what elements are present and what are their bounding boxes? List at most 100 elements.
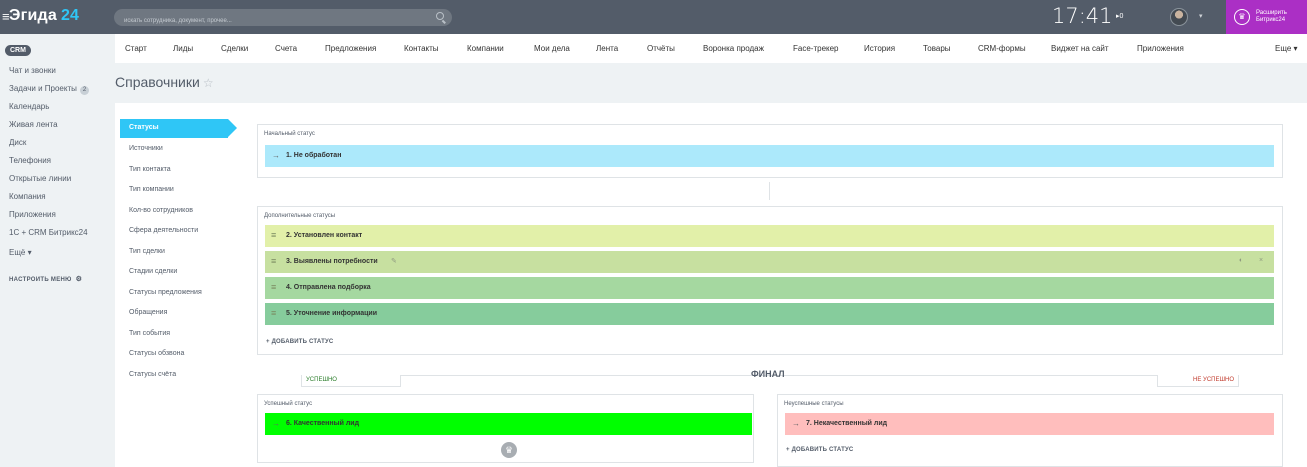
nav-my-activities[interactable]: Мои дела <box>534 44 570 53</box>
add-status-button[interactable]: + ДОБАВИТЬ СТАТУС <box>786 447 853 453</box>
sidebar-item-tasks[interactable]: Задачи и Проекты 2 <box>9 84 90 95</box>
sidebar-item-calendar[interactable]: Календарь <box>9 102 49 111</box>
sidebar-item-label: Календарь <box>9 102 50 111</box>
ref-item-industry[interactable]: Сфера деятельности <box>129 227 198 234</box>
nav-feed[interactable]: Лента <box>596 44 618 53</box>
divider <box>769 182 770 200</box>
upgrade-label: Расширить Битрикс24 <box>1256 10 1287 23</box>
ref-item-event-type[interactable]: Тип события <box>129 330 170 337</box>
ref-item-call-statuses[interactable]: Статусы обзвона <box>129 350 184 357</box>
sidebar-item-crm[interactable]: CRM <box>5 45 31 56</box>
status-label: 4. Отправлена подборка <box>286 284 371 291</box>
gear-icon: ⚙ <box>75 276 83 283</box>
brand-logo[interactable]: Эгида 24 <box>9 7 79 25</box>
nav-sales-funnel[interactable]: Воронка продаж <box>703 44 764 53</box>
box-title: Неуспешные статусы <box>784 401 844 407</box>
search-box[interactable] <box>114 9 452 30</box>
nav-start[interactable]: Старт <box>125 44 147 53</box>
nav-products[interactable]: Товары <box>923 44 951 53</box>
sidebar-item-chat[interactable]: Чат и звонки <box>9 66 56 75</box>
clock: 17:41 <box>1052 4 1113 28</box>
status-label: 3. Выявлены потребности <box>286 258 378 265</box>
status-label: 5. Уточнение информации <box>286 310 378 317</box>
sidebar-item-label: Ещё ▾ <box>9 248 32 257</box>
ref-item-deal-stages[interactable]: Стадии сделки <box>129 268 177 275</box>
page-title: Справочники ☆ <box>115 74 214 90</box>
drag-handle-icon[interactable]: ≡ <box>271 282 276 292</box>
sidebar-item-disk[interactable]: Диск <box>9 138 26 147</box>
nav-contacts[interactable]: Контакты <box>404 44 439 53</box>
nav-quotes[interactable]: Предложения <box>325 44 376 53</box>
avatar[interactable] <box>1170 8 1188 26</box>
fail-tab[interactable]: НЕ УСПЕШНО <box>1157 375 1239 387</box>
nav-site-widget[interactable]: Виджет на сайт <box>1051 44 1109 53</box>
success-tab[interactable]: УСПЕШНО <box>301 375 401 387</box>
ref-item-invoice-statuses[interactable]: Статусы счёта <box>129 371 176 378</box>
fail-statuses-box: Неуспешные статусы → 7. Некачественный л… <box>777 394 1283 467</box>
status-row[interactable]: ≡ 2. Установлен контакт <box>265 225 1274 247</box>
brand-name: Эгида <box>9 7 57 24</box>
drag-handle-icon[interactable]: ≡ <box>271 230 276 240</box>
palette-icon[interactable]: ◐ <box>1239 257 1243 264</box>
star-icon[interactable]: ☆ <box>203 76 214 90</box>
drag-handle-icon[interactable]: ≡ <box>271 256 276 266</box>
nav-history[interactable]: История <box>864 44 895 53</box>
nav-leads[interactable]: Лиды <box>173 44 193 53</box>
nav-crm-forms[interactable]: CRM-формы <box>978 44 1026 53</box>
left-sidebar: CRM Чат и звонки Задачи и Проекты 2 Кален… <box>0 34 98 467</box>
final-heading: ФИНАЛ <box>751 369 785 379</box>
ref-item-contact-type[interactable]: Тип контакта <box>129 166 171 173</box>
status-row[interactable]: → 6. Качественный лид <box>265 413 752 435</box>
search-icon[interactable] <box>436 12 444 20</box>
status-row[interactable]: → 1. Не обработан <box>265 145 1274 167</box>
sidebar-item-1c[interactable]: 1С + CRM Битрикс24 <box>9 228 88 237</box>
drag-handle-icon[interactable]: ≡ <box>271 308 276 318</box>
sidebar-item-apps[interactable]: Приложения <box>9 210 56 219</box>
nav-face-tracker[interactable]: Face-трекер <box>793 44 839 53</box>
status-row[interactable]: ≡ 4. Отправлена подборка <box>265 277 1274 299</box>
status-label: 6. Качественный лид <box>286 420 360 427</box>
status-label: 2. Установлен контакт <box>286 232 363 239</box>
ref-item-statuses[interactable]: Статусы <box>120 119 237 138</box>
pencil-icon[interactable]: ✎ <box>391 257 397 265</box>
sidebar-item-label: Телефония <box>9 156 51 165</box>
status-row[interactable]: ≡ 5. Уточнение информации <box>265 303 1274 325</box>
nav-companies[interactable]: Компании <box>467 44 504 53</box>
tasks-counter-badge: 2 <box>79 86 90 95</box>
sidebar-item-more[interactable]: Ещё ▾ <box>9 248 32 257</box>
ref-item-deal-type[interactable]: Тип сделки <box>129 248 165 255</box>
sidebar-item-label: Открытые линии <box>9 174 72 183</box>
nav-deals[interactable]: Сделки <box>221 44 248 53</box>
ref-item-salutations[interactable]: Обращения <box>129 309 167 316</box>
sidebar-item-telephony[interactable]: Телефония <box>9 156 51 165</box>
search-input[interactable] <box>114 12 452 30</box>
sidebar-item-label: Живая лента <box>9 120 58 129</box>
add-status-button[interactable]: + ДОБАВИТЬ СТАТУС <box>266 339 333 345</box>
status-label: 1. Не обработан <box>286 152 342 159</box>
ref-item-company-type[interactable]: Тип компании <box>129 186 174 193</box>
sidebar-item-label: Диск <box>9 138 27 147</box>
chevron-down-icon[interactable]: ▾ <box>1199 12 1203 20</box>
status-row[interactable]: ≡ 3. Выявлены потребности ✎ ◐ × <box>265 251 1274 273</box>
nav-invoices[interactable]: Счета <box>275 44 297 53</box>
sidebar-item-feed[interactable]: Живая лента <box>9 120 58 129</box>
configure-menu-label: НАСТРОИТЬ МЕНЮ <box>9 277 72 283</box>
flag-icon[interactable]: ▸0 <box>1116 12 1123 20</box>
ref-item-employees[interactable]: Кол-во сотрудников <box>129 207 193 214</box>
sidebar-item-open-lines[interactable]: Открытые линии <box>9 174 71 183</box>
crown-icon: ♛ <box>1234 9 1250 25</box>
arrow-right-icon: → <box>272 419 280 428</box>
brand-number: 24 <box>60 7 80 24</box>
close-icon[interactable]: × <box>1259 257 1263 264</box>
ref-item-quote-statuses[interactable]: Статусы предложения <box>129 289 202 296</box>
ref-item-label: Статусы <box>129 124 159 131</box>
ref-item-sources[interactable]: Источники <box>129 145 163 152</box>
nav-reports[interactable]: Отчёты <box>647 44 675 53</box>
configure-menu-button[interactable]: НАСТРОИТЬ МЕНЮ ⚙ <box>9 275 82 283</box>
upgrade-button[interactable]: ♛ Расширить Битрикс24 <box>1226 0 1307 34</box>
status-row[interactable]: → 7. Некачественный лид <box>785 413 1274 435</box>
sidebar-item-company[interactable]: Компания <box>9 192 46 201</box>
sidebar-item-label: Чат и звонки <box>9 66 56 75</box>
nav-applications[interactable]: Приложения <box>1137 44 1184 53</box>
nav-more[interactable]: Еще ▾ <box>1275 44 1298 53</box>
